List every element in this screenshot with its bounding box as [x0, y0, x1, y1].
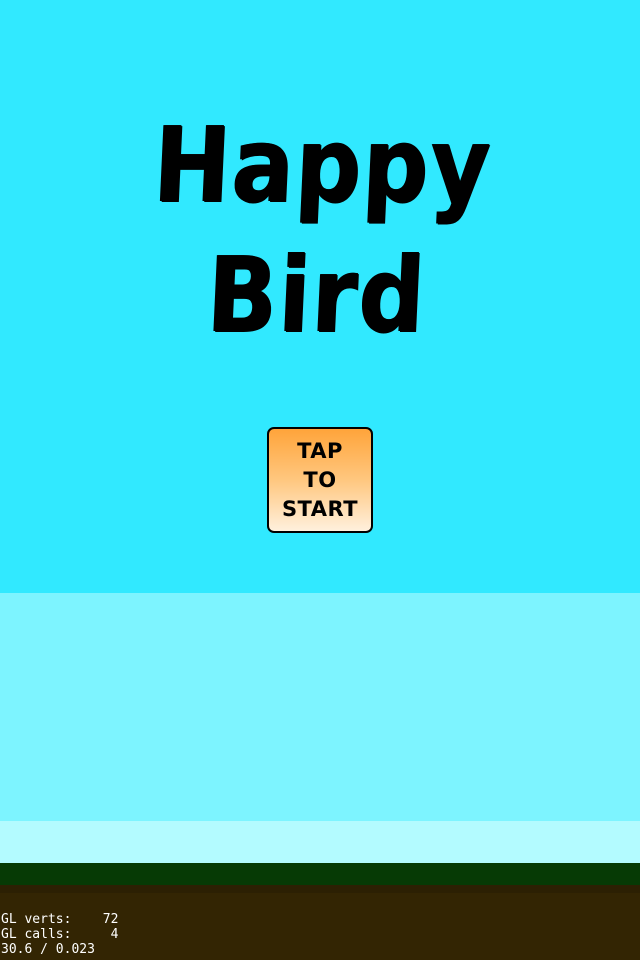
tap-to-start-button[interactable]: TAP TO START: [267, 427, 373, 533]
start-button-line-3: START: [281, 496, 359, 521]
game-scene[interactable]: Happy Bird TAP TO START GL verts: 72 GL …: [0, 0, 640, 960]
debug-calls-value: 4: [110, 927, 119, 942]
debug-verts-value: 72: [102, 912, 119, 927]
debug-verts-label: GL verts:: [1, 912, 72, 927]
dirt-edge: [0, 885, 640, 893]
start-button-line-1: TAP: [297, 438, 343, 463]
debug-calls-label: GL calls:: [1, 927, 72, 942]
debug-overlay: GL verts: 72 GL calls: 4 30.6 / 0.023: [1, 912, 118, 957]
debug-fps-line: 30.6 / 0.023: [1, 942, 95, 957]
game-title: Happy Bird: [151, 104, 495, 356]
grass-strip: [0, 863, 640, 885]
horizon-band: [0, 821, 640, 863]
distant-haze-band: [0, 593, 640, 821]
start-button-line-2: TO: [303, 467, 337, 492]
